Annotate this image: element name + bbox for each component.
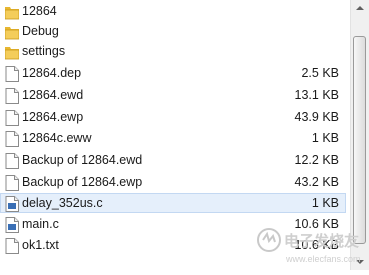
file-name: 12864.ewp: [22, 110, 84, 124]
file-name: 12864c.eww: [22, 131, 92, 145]
scroll-up-arrow[interactable]: [351, 0, 369, 17]
file-size: 13.1 KB: [294, 88, 339, 102]
file-name: Backup of 12864.ewd: [22, 153, 143, 167]
file-size: 1 KB: [311, 131, 339, 145]
document-icon: [5, 153, 19, 169]
watermark-url: www.elecfans.com: [285, 254, 361, 264]
file-size: 43.9 KB: [294, 110, 339, 124]
file-name: settings: [22, 44, 66, 58]
file-row[interactable]: 12864.ewd 13.1 KB: [0, 85, 346, 105]
file-name: main.c: [22, 217, 59, 231]
watermark-text: 电子发烧友: [284, 232, 359, 250]
file-size: 12.2 KB: [294, 153, 339, 167]
file-row[interactable]: Backup of 12864.ewd 12.2 KB: [0, 150, 346, 170]
folder-row[interactable]: Debug: [0, 21, 346, 41]
file-name: delay_352us.c: [22, 196, 103, 210]
file-row[interactable]: 12864.dep 2.5 KB: [0, 63, 346, 83]
document-icon: [5, 110, 19, 126]
c-source-file-icon: [5, 196, 19, 212]
folder-row[interactable]: settings: [0, 41, 346, 61]
file-name: 12864: [22, 4, 57, 18]
file-size: 43.2 KB: [294, 175, 339, 189]
file-name: 12864.dep: [22, 66, 82, 80]
file-name: Backup of 12864.ewp: [22, 175, 143, 189]
document-icon: [5, 131, 19, 147]
document-icon: [5, 175, 19, 191]
c-source-file-icon: [5, 217, 19, 233]
file-row[interactable]: delay_352us.c 1 KB: [0, 193, 346, 213]
scrollbar-thumb[interactable]: [353, 36, 366, 244]
document-icon: [5, 238, 19, 254]
file-size: 2.5 KB: [301, 66, 339, 80]
folder-row[interactable]: 12864: [0, 1, 346, 21]
file-name: Debug: [22, 24, 59, 38]
file-row[interactable]: Backup of 12864.ewp 43.2 KB: [0, 172, 346, 192]
file-name: 12864.ewd: [22, 88, 84, 102]
file-row[interactable]: 12864.ewp 43.9 KB: [0, 107, 346, 127]
document-icon: [5, 66, 19, 82]
folder-icon: [4, 24, 20, 40]
file-size: 1 KB: [311, 196, 339, 210]
file-row[interactable]: 12864c.eww 1 KB: [0, 128, 346, 148]
elecfans-watermark-logo: 电子发烧友 www.elecfans.com: [256, 222, 366, 270]
document-icon: [5, 88, 19, 104]
file-name: ok1.txt: [22, 238, 59, 252]
folder-icon: [4, 4, 20, 20]
folder-icon: [4, 44, 20, 60]
